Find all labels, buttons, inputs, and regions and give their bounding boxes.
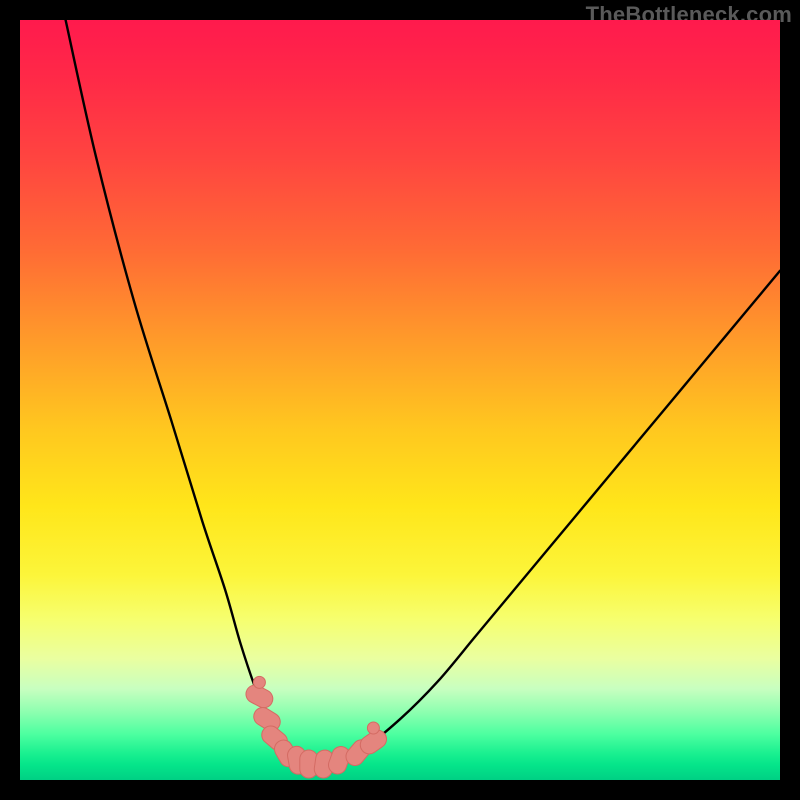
marker-dot [253, 676, 265, 688]
bottleneck-curve [66, 20, 780, 765]
curve-markers [243, 676, 390, 779]
marker-dot [367, 722, 379, 734]
chart-frame [20, 20, 780, 780]
chart-svg [20, 20, 780, 780]
